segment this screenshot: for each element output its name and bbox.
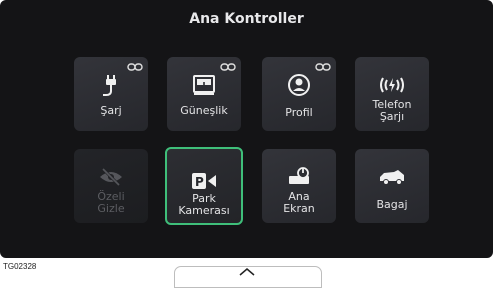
drawer-handle[interactable] [174,266,322,288]
link-icon [127,63,143,71]
tile-label: Bagaj [376,198,408,211]
profile-icon [285,73,313,97]
hide-eye-icon [97,165,125,189]
tile-hide-private: Özeli Gizle [74,149,148,223]
link-icon [220,63,236,71]
tile-trunk[interactable]: Bagaj [355,149,429,223]
tile-label-line2: Gizle [97,202,125,215]
charging-plug-icon [97,73,125,97]
trunk-car-icon [378,165,406,189]
sunshade-icon [190,73,218,97]
tile-label-line2: Şarjı [379,110,405,123]
tile-label: Şarj [100,104,122,117]
tile-label-line2: Ekran [283,202,315,215]
main-screen-off-icon [285,165,313,189]
wireless-charging-icon [378,73,406,97]
tile-phone-charging[interactable]: Telefon Şarjı [355,57,429,131]
tile-main-screen[interactable]: Ana Ekran [262,149,336,223]
tile-sunshade[interactable]: Güneşlik [167,57,241,131]
link-icon [315,63,331,71]
tile-label: Güneşlik [180,104,228,117]
chevron-up-icon [239,268,255,276]
park-camera-icon: P [190,169,218,193]
svg-text:P: P [195,175,204,189]
figure-code: TG02328 [3,262,37,271]
tile-label-line2: Kamerası [178,204,230,217]
tile-charging[interactable]: Şarj [74,57,148,131]
tile-label: Profil [285,106,313,119]
tile-park-camera[interactable]: P Park Kamerası [165,147,243,225]
main-controls-screen: Ana Kontroller Şarj Güneşlik Profil Tele… [0,0,493,258]
page-title: Ana Kontroller [189,11,304,27]
tile-profile[interactable]: Profil [262,57,336,131]
